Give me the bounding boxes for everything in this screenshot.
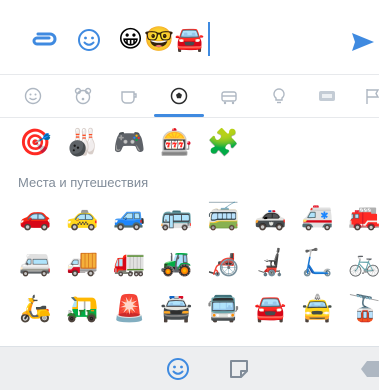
smile-icon [24, 87, 42, 105]
send-arrow-icon[interactable] [350, 31, 376, 53]
emoji-cell[interactable]: 🚓 [247, 197, 294, 237]
active-category-indicator [154, 114, 204, 117]
symbols-icon [319, 91, 335, 101]
smile-icon[interactable] [77, 28, 101, 52]
travel-emoji-row: 🚗 🚕 🚙 🚌 🚎 🚓 🚑 🚒 [12, 197, 379, 237]
emoji-cell[interactable]: 🚍 [200, 289, 247, 329]
message-input[interactable]: 😀🤓🚘 [118, 22, 206, 56]
flag-icon [366, 89, 379, 104]
category-smileys[interactable] [22, 85, 44, 107]
category-flags[interactable] [362, 85, 379, 107]
emoji-cell[interactable]: 🚒 [341, 197, 379, 237]
emoji-cell[interactable]: 🚐 [12, 243, 59, 283]
emoji-cell[interactable]: 🛴 [294, 243, 341, 283]
emoji-bowling[interactable]: 🎳 [59, 123, 106, 163]
emoji-slot-machine[interactable]: 🎰 [153, 123, 200, 163]
bear-icon [74, 87, 92, 105]
emoji-cell[interactable]: 🦽 [200, 243, 247, 283]
category-food[interactable] [118, 85, 140, 107]
paperclip-icon[interactable] [28, 30, 58, 48]
category-animals[interactable] [72, 85, 94, 107]
travel-emoji-row: 🛵 🛺 🚨 🚔 🚍 🚘 🚖 🚡 [12, 289, 379, 329]
emoji-cell[interactable]: 🚡 [341, 289, 379, 329]
emoji-cell[interactable]: 🚘 [247, 289, 294, 329]
emoji-cell[interactable]: 🛺 [59, 289, 106, 329]
smile-icon[interactable] [166, 357, 190, 381]
emoji-cell[interactable]: 🛵 [12, 289, 59, 329]
emoji-category-bar [0, 75, 379, 118]
category-travel[interactable] [218, 85, 240, 107]
emoji-cell[interactable]: 🚨 [106, 289, 153, 329]
activities-emoji-row: 🎯 🎳 🎮 🎰 🧩 [12, 123, 379, 163]
sticker-icon[interactable] [228, 358, 250, 380]
emoji-cell[interactable]: 🚖 [294, 289, 341, 329]
emoji-cell[interactable]: 🚜 [153, 243, 200, 283]
emoji-keyboard: 🎯 🎳 🎮 🎰 🧩 Места и путешествия 🚗 🚕 🚙 🚌 🚎 … [0, 75, 379, 346]
emoji-cell[interactable]: 🚔 [153, 289, 200, 329]
backspace-icon[interactable] [360, 360, 379, 378]
emoji-cell[interactable]: 🦼 [247, 243, 294, 283]
emoji-direct-hit[interactable]: 🎯 [12, 123, 59, 163]
emoji-puzzle-piece[interactable]: 🧩 [200, 123, 247, 163]
section-title: Места и путешествия [18, 175, 149, 190]
emoji-cell[interactable]: 🚲 [341, 243, 379, 283]
emoji-cell[interactable]: 🚎 [200, 197, 247, 237]
travel-emoji-row: 🚐 🚚 🚛 🚜 🦽 🦼 🛴 🚲 [12, 243, 379, 283]
emoji-cell[interactable]: 🚌 [153, 197, 200, 237]
emoji-cell[interactable]: 🚑 [294, 197, 341, 237]
emoji-cell[interactable]: 🚚 [59, 243, 106, 283]
emoji-cell[interactable]: 🚛 [106, 243, 153, 283]
cup-icon [121, 91, 137, 104]
category-activities[interactable] [168, 85, 190, 107]
emoji-cell[interactable]: 🚙 [106, 197, 153, 237]
car-icon [221, 91, 237, 105]
emoji-cell[interactable]: 🚕 [59, 197, 106, 237]
category-symbols[interactable] [316, 85, 338, 107]
category-objects[interactable] [268, 85, 290, 107]
emoji-game-controller[interactable]: 🎮 [106, 123, 153, 163]
soccer-ball-icon [170, 87, 188, 105]
message-composer: 😀🤓🚘 [0, 0, 379, 75]
emoji-cell[interactable]: 🚗 [12, 197, 59, 237]
lightbulb-icon [273, 88, 285, 104]
keyboard-tab-bar [0, 346, 379, 390]
text-caret [208, 22, 210, 56]
